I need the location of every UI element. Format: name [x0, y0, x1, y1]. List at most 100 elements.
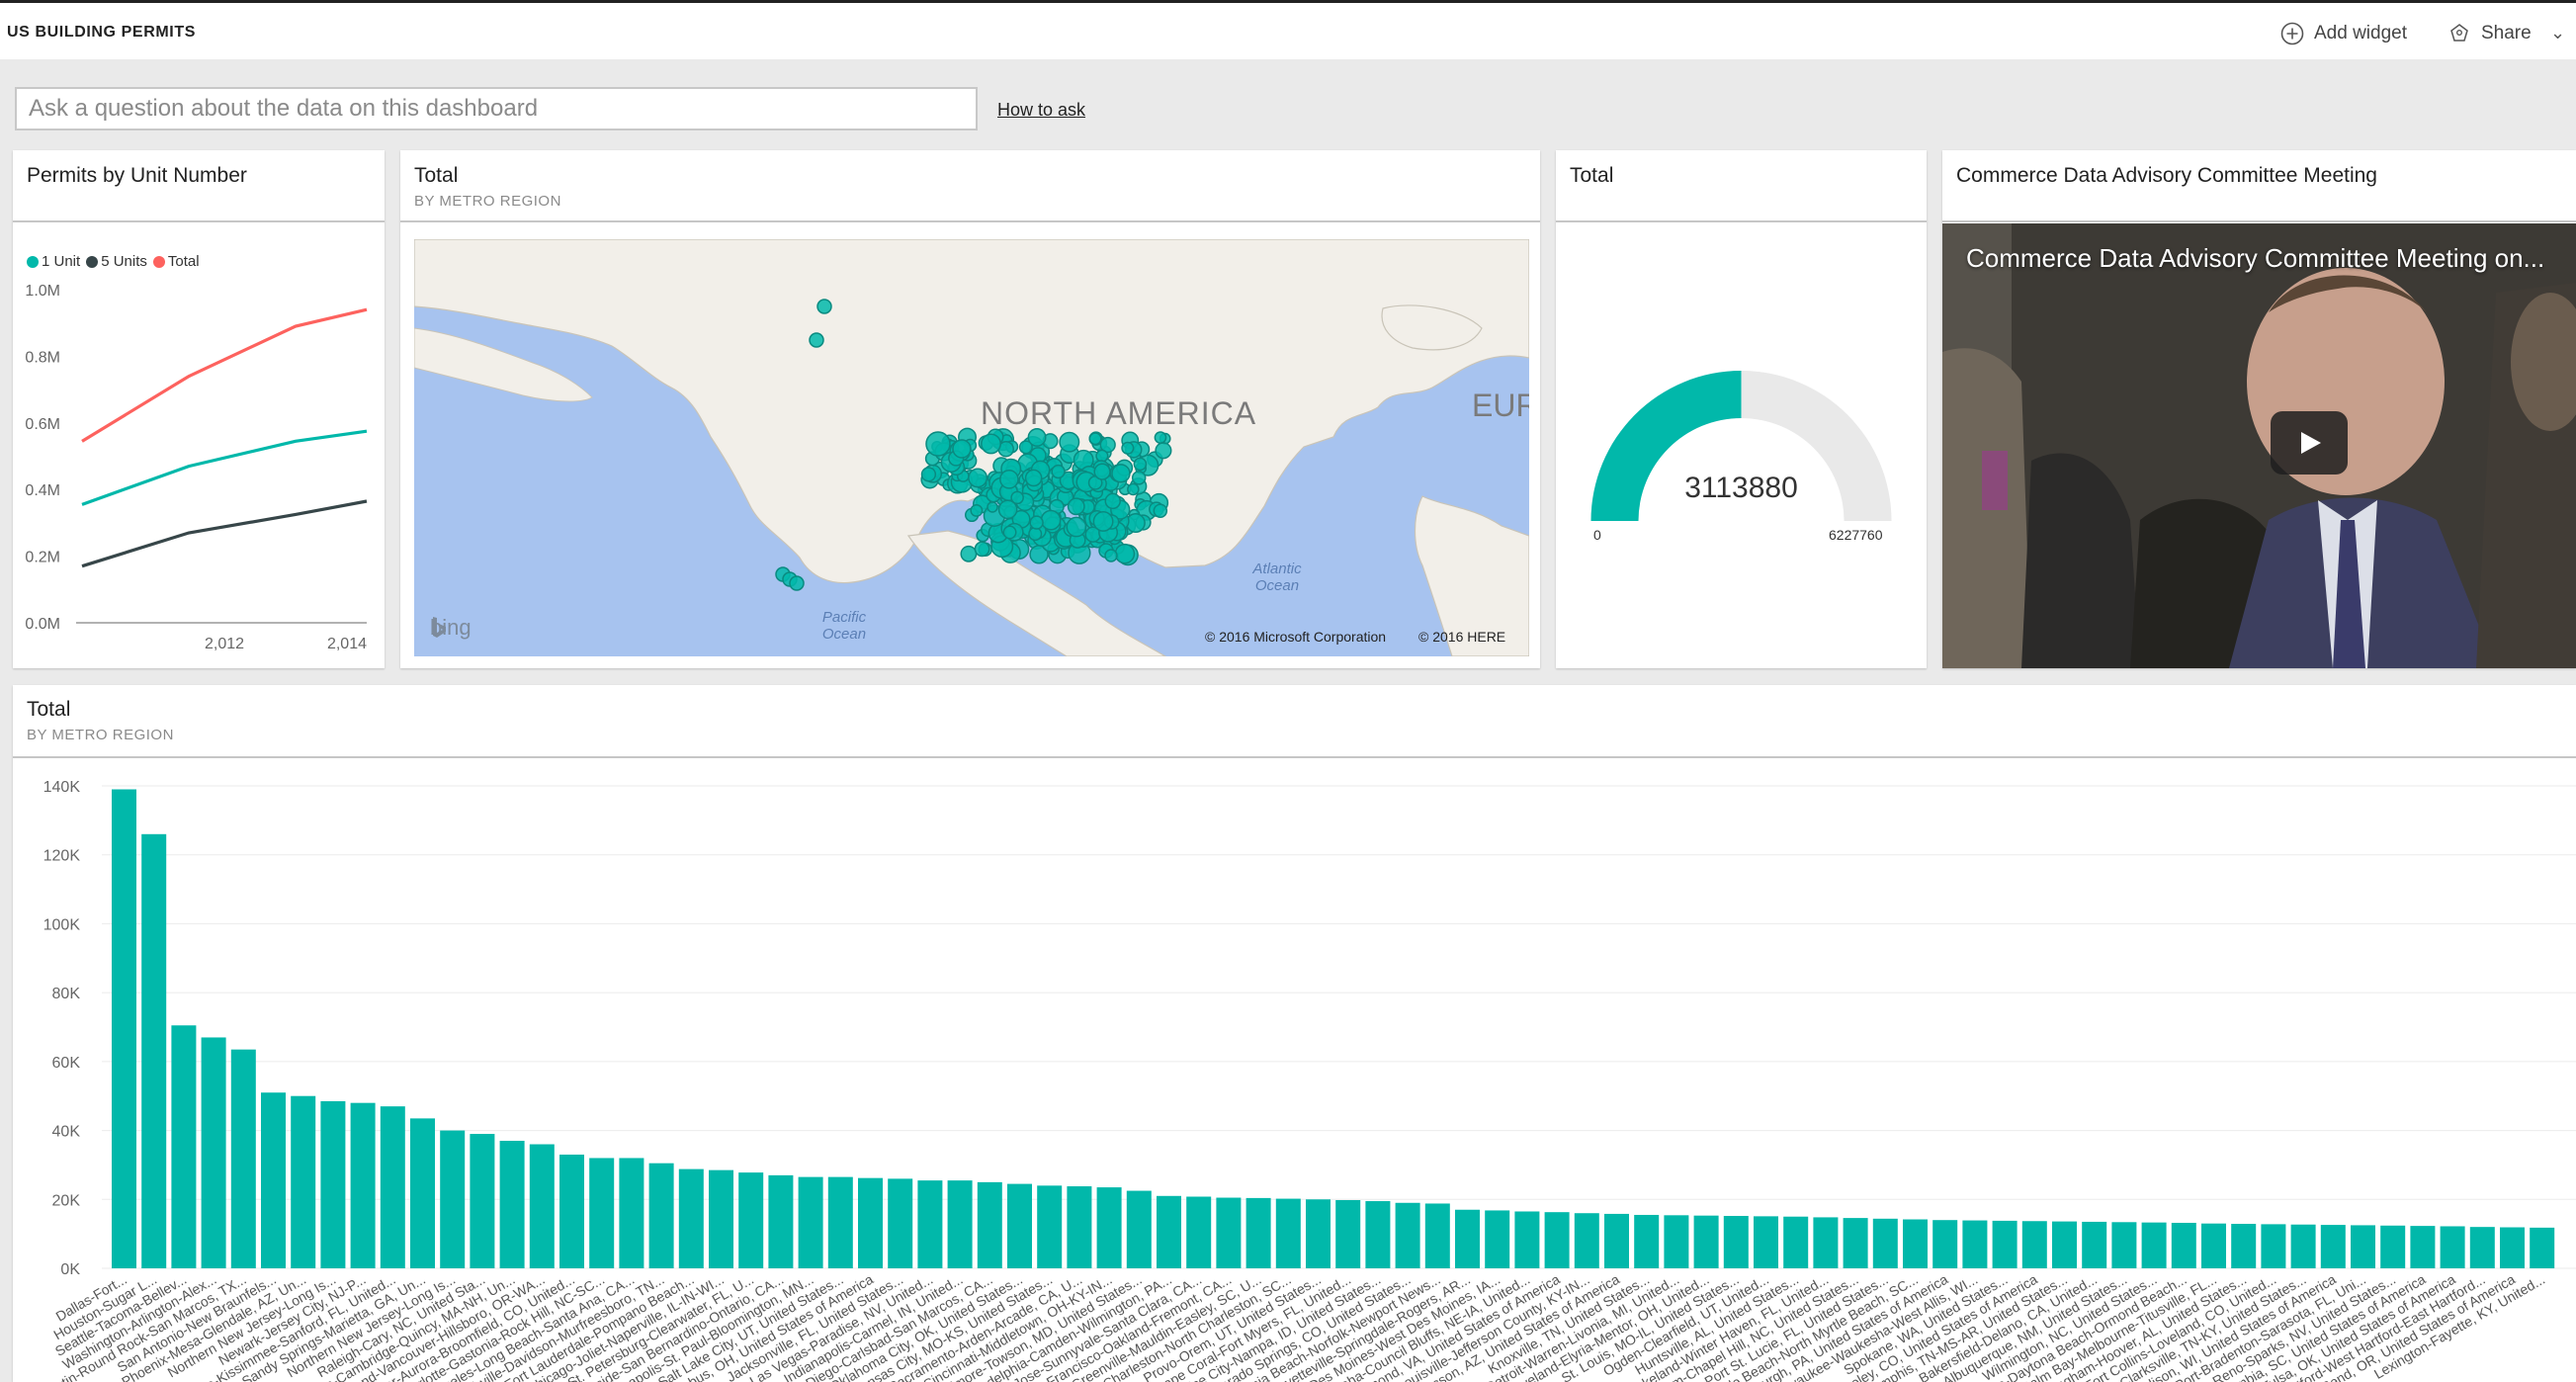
bar: [858, 1177, 883, 1268]
map-data-point: [952, 439, 972, 459]
video-frame-image: [1942, 223, 2576, 668]
tile-divider: [1942, 220, 2576, 222]
top-bar: US BUILDING PERMITS Add widget Share ⌄: [0, 0, 2576, 59]
map-data-point: [1002, 525, 1017, 540]
bar: [2440, 1226, 2465, 1268]
video-tile[interactable]: Commerce Data Advisory Committee Meeting…: [1942, 150, 2576, 668]
video-thumbnail[interactable]: Commerce Data Advisory Committee Meeting…: [1942, 223, 2576, 668]
bar: [350, 1102, 376, 1268]
bar: [768, 1174, 794, 1268]
tile-title: Total: [414, 164, 459, 187]
y-tick-label: 40K: [52, 1124, 81, 1141]
bar: [291, 1095, 316, 1268]
bar: [1992, 1220, 2018, 1268]
bar: [2111, 1222, 2137, 1268]
map-data-point: [1093, 463, 1111, 480]
map-data-point: [1029, 515, 1044, 530]
map-data-point: [1059, 431, 1080, 453]
permits-by-unit-tile[interactable]: Permits by Unit Number 1 Unit 5 Units To…: [13, 150, 385, 668]
plus-circle-icon: [2280, 22, 2304, 45]
map-data-point: [1066, 516, 1087, 538]
y-tick-label: 20K: [52, 1192, 81, 1209]
map-data-point: [1024, 469, 1043, 487]
map-data-point: [1051, 464, 1066, 479]
y-tick-label: 0.0M: [25, 616, 60, 633]
gauge-tile[interactable]: Total 3113880 0 6227760: [1556, 150, 1927, 668]
bar: [589, 1158, 615, 1268]
map-data-point: [1104, 549, 1118, 562]
map-data-point: [1114, 543, 1136, 564]
bar: [141, 833, 167, 1268]
more-icon[interactable]: ⌄: [2550, 23, 2565, 43]
map-tile[interactable]: Total BY METRO REGION NORTH AMERICA EUR …: [400, 150, 1540, 668]
series-line-5-units: [81, 499, 368, 568]
bar: [2171, 1222, 2196, 1268]
map-label-pacific: Pacific Ocean: [821, 609, 867, 643]
map-data-point: [1127, 482, 1140, 496]
y-tick-label: 100K: [43, 916, 81, 933]
video-play-button[interactable]: [2271, 411, 2348, 475]
bar: [888, 1178, 913, 1268]
bar: [1275, 1198, 1301, 1268]
bar: [709, 1169, 733, 1268]
y-tick-label: 80K: [52, 986, 81, 1002]
map-data-point: [925, 431, 951, 457]
qa-search-input[interactable]: [15, 87, 978, 130]
map-label-continent: NORTH AMERICA: [981, 395, 1257, 431]
bar: [559, 1154, 584, 1268]
bar: [1455, 1209, 1480, 1268]
bar: [1485, 1210, 1510, 1268]
bar: [201, 1037, 226, 1268]
how-to-ask-link[interactable]: How to ask: [997, 100, 1085, 121]
y-tick-label: 1.0M: [25, 283, 60, 300]
dashboard-title: US BUILDING PERMITS: [7, 24, 196, 41]
y-tick-label: 60K: [52, 1055, 81, 1072]
y-tick-label: 0.8M: [25, 349, 60, 366]
bar: [827, 1176, 853, 1268]
y-tick-label: 140K: [43, 779, 81, 796]
bar: [2021, 1221, 2047, 1268]
bar: [1634, 1214, 1660, 1268]
map-data-point: [1028, 527, 1043, 542]
map-canvas[interactable]: NORTH AMERICA EUR Pacific Ocean Atlantic…: [414, 239, 1529, 656]
bar: [1903, 1219, 1928, 1268]
bar: [2141, 1222, 2167, 1268]
series-line-1-unit: [81, 429, 368, 506]
y-tick-label: 0.6M: [25, 416, 60, 433]
map-data-point: [974, 541, 990, 558]
share-button[interactable]: Share: [2447, 22, 2532, 45]
bar: [1514, 1211, 1540, 1268]
bar: [678, 1168, 704, 1268]
bar: [2082, 1221, 2107, 1268]
map-data-point: [1154, 431, 1167, 444]
map-data-points: [775, 299, 1172, 591]
bar: [1037, 1185, 1063, 1268]
bar: [529, 1144, 555, 1268]
map-data-point: [1133, 457, 1148, 472]
bar-chart-tile[interactable]: Total BY METRO REGION 0K 20K 40K 60K 80K 100K…: [13, 685, 2576, 1382]
line-chart: 0.0M 0.2M 0.4M 0.6M 0.8M 1.0M 2,012 2,014: [25, 283, 368, 652]
map-data-point: [981, 433, 1001, 455]
map-copyright-here: © 2016 HERE: [1418, 629, 1506, 645]
bar: [2500, 1227, 2525, 1268]
bar: [1962, 1220, 1988, 1268]
tile-subtitle: BY METRO REGION: [414, 193, 561, 210]
bar: [1424, 1203, 1450, 1268]
bar: [499, 1141, 525, 1268]
y-tick-label: 0.4M: [25, 482, 60, 499]
gauge-chart: [1590, 371, 1892, 521]
bar: [2410, 1226, 2436, 1268]
bar: [1395, 1202, 1420, 1268]
map-data-point: [1067, 497, 1085, 516]
gauge-min-label: 0: [1593, 527, 1601, 543]
add-widget-button[interactable]: Add widget: [2280, 22, 2407, 45]
bar: [2351, 1225, 2375, 1268]
bar-chart: 0K20K40K60K80K100K120K140KDallas-Fort...…: [38, 779, 2576, 1382]
map-data-point: [987, 501, 998, 513]
bar: [1335, 1199, 1361, 1268]
map-data-point: [816, 299, 832, 314]
bar: [798, 1176, 823, 1268]
y-tick-label: 0.2M: [25, 550, 60, 566]
bar: [2320, 1225, 2346, 1268]
bar: [738, 1172, 764, 1268]
